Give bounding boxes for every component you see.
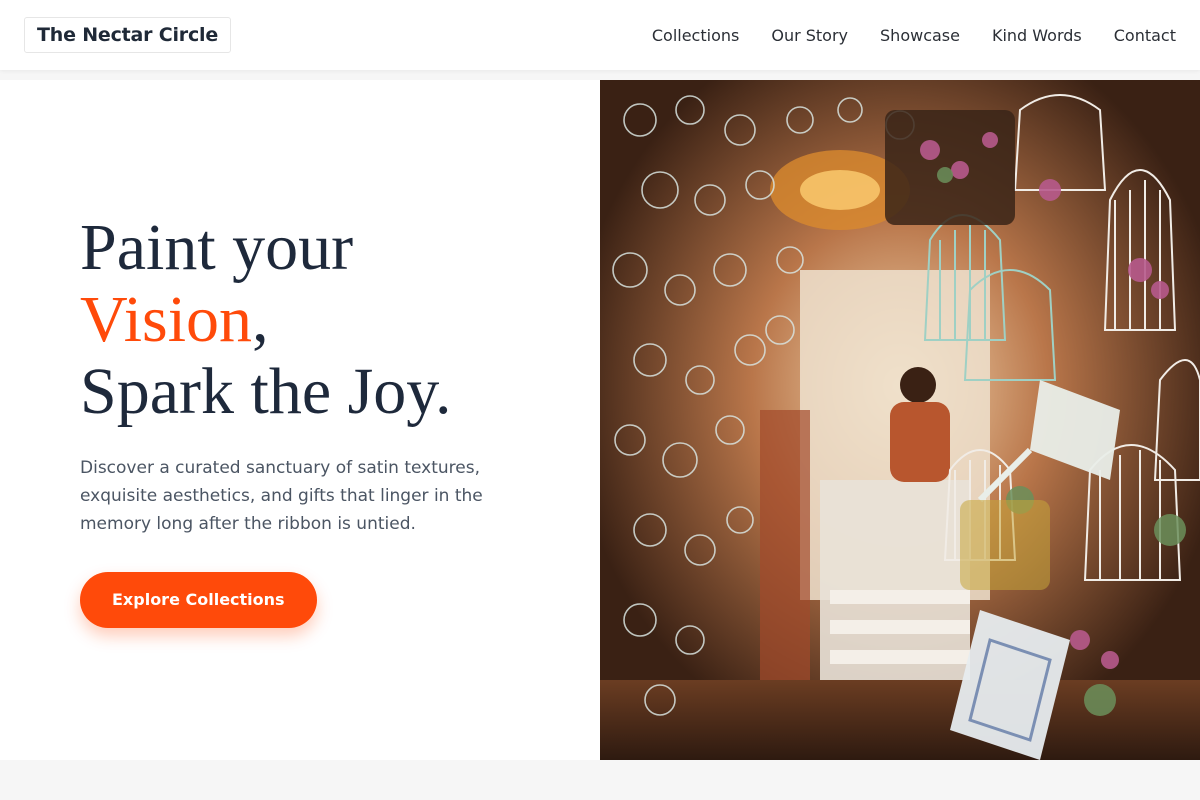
- nav-link-collections[interactable]: Collections: [652, 26, 739, 45]
- nav-link-kind-words[interactable]: Kind Words: [992, 26, 1082, 45]
- explore-collections-button[interactable]: Explore Collections: [80, 572, 317, 628]
- hero-image: [600, 80, 1200, 760]
- nav-link-contact[interactable]: Contact: [1114, 26, 1176, 45]
- nav-link-showcase[interactable]: Showcase: [880, 26, 960, 45]
- hero-section: Paint your Vision, Spark the Joy. Discov…: [0, 80, 1200, 760]
- hero-title-line1: Paint your: [80, 211, 354, 284]
- nav-link-our-story[interactable]: Our Story: [771, 26, 848, 45]
- hero-description: Discover a curated sanctuary of satin te…: [80, 458, 483, 534]
- hero-title-comma: ,: [252, 283, 269, 356]
- hero-title-accent: Vision: [80, 283, 253, 356]
- nav-links: Collections Our Story Showcase Kind Word…: [652, 26, 1176, 45]
- hero-title-line3: Spark the Joy.: [80, 355, 452, 428]
- hero-title: Paint your Vision, Spark the Joy.: [80, 212, 540, 428]
- top-navbar: The Nectar Circle Collections Our Story …: [0, 0, 1200, 70]
- birdcage-shop-illustration: [600, 80, 1200, 760]
- site-logo[interactable]: The Nectar Circle: [24, 17, 232, 53]
- hero-text-block: Paint your Vision, Spark the Joy. Discov…: [80, 212, 540, 628]
